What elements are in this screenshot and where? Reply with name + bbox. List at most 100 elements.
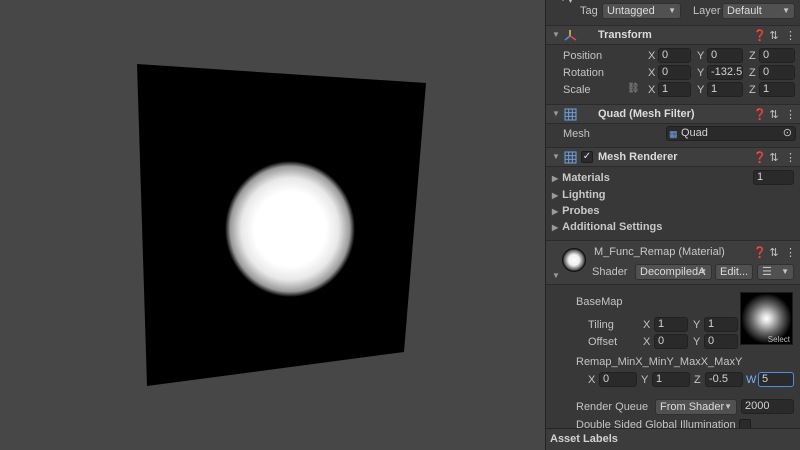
remap-z-axis: Z	[694, 374, 701, 386]
mesh-renderer-header[interactable]: ▼ ✓ Mesh Renderer ❓ ⇅ ⋮	[546, 147, 800, 167]
constrain-proportions-icon[interactable]: ⛓	[627, 83, 640, 94]
transform-header[interactable]: ▼ Transform ❓ ⇅ ⋮	[546, 25, 800, 45]
kebab-menu-icon[interactable]: ⋮	[785, 29, 796, 42]
remap-y-axis: Y	[641, 374, 649, 386]
foldout-arrow-icon[interactable]: ▼	[552, 271, 560, 280]
rotation-z-field[interactable]: 0	[759, 65, 795, 80]
help-icon[interactable]: ❓	[753, 29, 767, 42]
preset-icon[interactable]: ⇅	[769, 151, 779, 164]
material-preview-sphere	[562, 248, 586, 272]
offset-y-axis: Y	[693, 336, 701, 348]
scene-canvas[interactable]	[0, 0, 545, 450]
preset-icon[interactable]: ⇅	[769, 108, 779, 121]
material-title: M_Func_Remap (Material)	[594, 246, 725, 258]
lighting-foldout[interactable]: ▶ Lighting	[552, 189, 606, 201]
tiling-label: Tiling	[588, 319, 614, 331]
position-z-field[interactable]: 0	[759, 48, 795, 63]
position-y-field[interactable]: 0	[707, 48, 743, 63]
scale-x-field[interactable]: 1	[658, 82, 691, 97]
foldout-arrow-icon[interactable]: ▼	[552, 152, 560, 161]
foldout-right-icon: ▶	[552, 223, 559, 232]
preset-icon[interactable]: ⇅	[769, 29, 779, 42]
scale-z-field[interactable]: 1	[759, 82, 795, 97]
scale-y-axis: Y	[697, 84, 705, 96]
render-queue-field[interactable]: 2000	[741, 399, 794, 414]
chevron-down-icon: ▼	[668, 6, 676, 15]
edit-label: Edit...	[720, 266, 749, 278]
select-texture-label[interactable]: Select	[768, 335, 790, 344]
tag-dropdown[interactable]: Untagged ▼	[602, 3, 681, 19]
foldout-right-icon: ▶	[552, 191, 559, 200]
remap-x-field[interactable]: 0	[599, 372, 637, 387]
offset-y-field[interactable]: 0	[704, 334, 738, 349]
additional-settings-foldout[interactable]: ▶ Additional Settings	[552, 221, 662, 233]
chevron-down-icon: ▼	[781, 267, 789, 276]
asset-labels-bar[interactable]: Asset Labels	[546, 428, 800, 450]
tiling-x-axis: X	[643, 319, 651, 331]
kebab-menu-icon[interactable]: ⋮	[785, 151, 796, 164]
layer-label: Layer	[693, 5, 721, 17]
chevron-down-icon: ▼	[699, 267, 707, 276]
material-header[interactable]: ▼ M_Func_Remap (Material) ❓ ⇅ ⋮ Shader Dec…	[546, 241, 800, 285]
lighting-label: Lighting	[562, 189, 606, 201]
mesh-filter-header[interactable]: ▼ Quad (Mesh Filter) ❓ ⇅ ⋮	[546, 104, 800, 124]
rotation-y-axis: Y	[697, 67, 705, 79]
inspector-panel: Tag Untagged ▼ Layer Default ▼ ▼ Transform…	[545, 0, 800, 450]
remap-z-field[interactable]: -0.5	[705, 372, 743, 387]
scale-label: Scale	[563, 84, 591, 96]
tiling-y-field[interactable]: 1	[704, 317, 738, 332]
tiling-x-field[interactable]: 1	[654, 317, 688, 332]
scale-x-axis: X	[648, 84, 656, 96]
tiling-y-axis: Y	[693, 319, 701, 331]
rotation-label: Rotation	[563, 67, 604, 79]
position-z-axis: Z	[749, 50, 756, 62]
mesh-filter-title: Quad (Mesh Filter)	[598, 108, 695, 120]
foldout-arrow-icon[interactable]: ▼	[552, 30, 560, 39]
foldout-right-icon: ▶	[552, 207, 559, 216]
edit-shader-button[interactable]: Edit...	[715, 264, 753, 280]
help-icon[interactable]: ❓	[753, 151, 767, 164]
probes-foldout[interactable]: ▶ Probes	[552, 205, 599, 217]
kebab-menu-icon[interactable]: ⋮	[785, 108, 796, 121]
basemap-texture-slot[interactable]: Select	[740, 292, 793, 345]
enabled-checkbox[interactable]: ✓	[581, 151, 593, 163]
scale-z-axis: Z	[749, 84, 756, 96]
gameobject-icon	[554, 0, 572, 6]
offset-label: Offset	[588, 336, 618, 348]
position-y-axis: Y	[697, 50, 705, 62]
materials-foldout[interactable]: ▶ Materials	[552, 172, 610, 184]
mesh-renderer-title: Mesh Renderer	[598, 151, 678, 163]
mesh-object-field[interactable]: ▦ Quad ⊙	[666, 126, 796, 141]
preset-icon[interactable]: ⇅	[769, 246, 779, 259]
shader-dropdown[interactable]: DecompiledA ▼	[635, 264, 712, 280]
render-queue-mode: From Shader	[660, 401, 725, 413]
kebab-menu-icon[interactable]: ⋮	[785, 246, 796, 259]
foldout-right-icon: ▶	[552, 174, 559, 183]
materials-label: Materials	[562, 172, 610, 184]
tag-value: Untagged	[607, 5, 655, 17]
remap-w-axis: W	[746, 374, 757, 386]
rotation-z-axis: Z	[749, 67, 756, 79]
layer-dropdown[interactable]: Default ▼	[722, 3, 795, 19]
list-icon: ☰	[762, 266, 772, 278]
materials-count-field[interactable]: 1	[753, 170, 794, 185]
chevron-down-icon: ▼	[724, 402, 732, 411]
help-icon[interactable]: ❓	[753, 246, 767, 259]
shader-menu-dropdown[interactable]: ☰ ▼	[757, 264, 794, 280]
position-label: Position	[563, 50, 603, 62]
offset-x-field[interactable]: 0	[654, 334, 688, 349]
foldout-arrow-icon[interactable]: ▼	[552, 109, 560, 118]
rotation-x-field[interactable]: 0	[658, 65, 691, 80]
rotation-y-field[interactable]: -132.5	[707, 65, 743, 80]
scale-y-field[interactable]: 1	[707, 82, 743, 97]
remap-w-field[interactable]: 5	[758, 372, 794, 387]
remap-y-field[interactable]: 1	[652, 372, 690, 387]
help-icon[interactable]: ❓	[753, 108, 767, 121]
render-queue-dropdown[interactable]: From Shader ▼	[655, 399, 737, 415]
offset-x-axis: X	[643, 336, 651, 348]
object-picker-icon[interactable]: ⊙	[783, 127, 792, 140]
additional-settings-label: Additional Settings	[562, 221, 663, 233]
scene-view[interactable]	[0, 0, 545, 450]
position-x-field[interactable]: 0	[658, 48, 691, 63]
transform-title: Transform	[598, 29, 652, 41]
